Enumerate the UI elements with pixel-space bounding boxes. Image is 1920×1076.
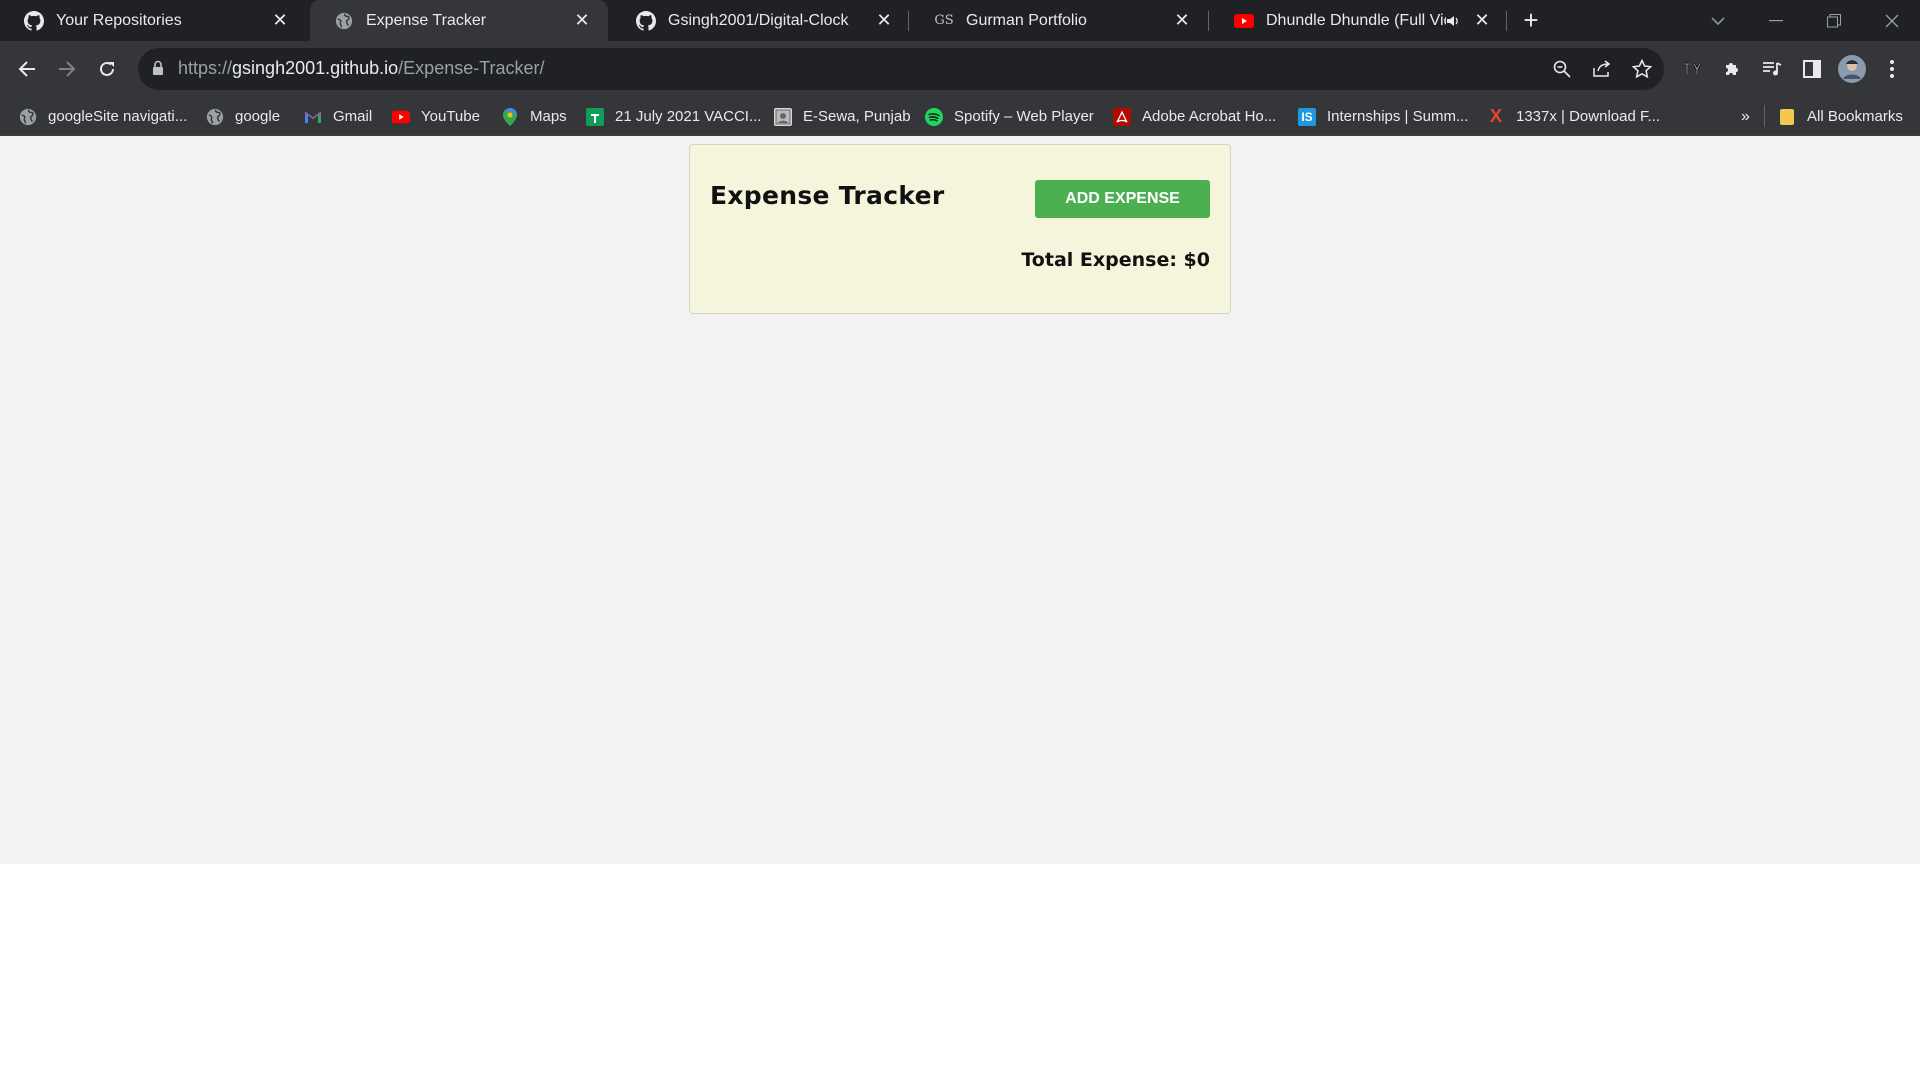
forward-button[interactable] bbox=[51, 53, 83, 85]
folder-icon bbox=[1778, 108, 1796, 126]
chrome-menu-icon[interactable] bbox=[1876, 53, 1908, 85]
all-bookmarks-button[interactable]: All Bookmarks bbox=[1778, 97, 1903, 136]
tab-title: Gsingh2001/Digital-Clock bbox=[668, 11, 849, 29]
bookmark-vaccine-sheet[interactable]: 21 July 2021 VACCI... bbox=[586, 97, 761, 136]
bookmark-label: YouTube bbox=[421, 108, 480, 125]
total-expense-text: Total Expense: $0 bbox=[1021, 249, 1210, 271]
lock-icon[interactable] bbox=[152, 60, 164, 81]
page-blank-area bbox=[0, 864, 1920, 1076]
bookmark-label: 21 July 2021 VACCI... bbox=[615, 108, 762, 125]
gs-favicon: GS bbox=[934, 13, 954, 28]
url-host: gsingh2001.github.io bbox=[232, 58, 399, 78]
minimize-button[interactable] bbox=[1748, 0, 1804, 41]
new-tab-button[interactable]: + bbox=[1518, 7, 1544, 34]
globe-icon bbox=[19, 108, 37, 126]
close-tab-icon[interactable]: ✕ bbox=[1170, 9, 1194, 33]
all-bookmarks-label: All Bookmarks bbox=[1807, 108, 1903, 125]
profile-avatar[interactable] bbox=[1836, 53, 1868, 85]
bookmark-spotify[interactable]: Spotify – Web Player bbox=[925, 97, 1094, 136]
tab-divider bbox=[1208, 11, 1209, 31]
url-path: /Expense-Tracker/ bbox=[398, 58, 545, 78]
side-panel-icon[interactable] bbox=[1796, 53, 1828, 85]
tab-divider bbox=[1506, 11, 1507, 31]
tab-divider bbox=[908, 11, 909, 31]
github-icon bbox=[636, 10, 656, 31]
internshala-icon: IS bbox=[1298, 107, 1316, 126]
close-window-button[interactable] bbox=[1864, 0, 1920, 41]
tab-strip: Your Repositories ✕ Expense Tracker ✕ Gs… bbox=[0, 0, 1920, 41]
tab-digital-clock[interactable]: Gsingh2001/Digital-Clock ✕ bbox=[612, 0, 910, 41]
close-tab-icon[interactable]: ✕ bbox=[872, 9, 896, 33]
back-button[interactable] bbox=[11, 53, 43, 85]
extension-icon[interactable] bbox=[1676, 53, 1708, 85]
browser-toolbar: https://gsingh2001.github.io/Expense-Tra… bbox=[0, 41, 1920, 97]
page-viewport: Expense Tracker ADD EXPENSE Total Expens… bbox=[0, 136, 1920, 864]
tab-title: Gurman Portfolio bbox=[966, 11, 1087, 29]
bookmark-youtube[interactable]: YouTube bbox=[392, 97, 480, 136]
add-expense-button[interactable]: ADD EXPENSE bbox=[1035, 180, 1210, 218]
close-tab-icon[interactable]: ✕ bbox=[570, 9, 594, 33]
acrobat-icon bbox=[1113, 107, 1131, 126]
restore-button[interactable] bbox=[1806, 0, 1862, 41]
bookmark-google[interactable]: google bbox=[206, 97, 280, 136]
bookmark-maps[interactable]: Maps bbox=[501, 97, 567, 136]
bookmark-label: Spotify – Web Player bbox=[954, 108, 1094, 125]
tab-search-icon[interactable] bbox=[1690, 0, 1746, 41]
bookmark-star-icon[interactable] bbox=[1631, 58, 1653, 80]
youtube-icon bbox=[392, 108, 410, 126]
bookmark-gmail[interactable]: Gmail bbox=[304, 97, 372, 136]
tab-dhundle-dhundle[interactable]: Dhundle Dhundle (Full Vide ✕ bbox=[1210, 0, 1508, 41]
github-icon bbox=[24, 10, 44, 31]
bookmarks-bar: googleSite navigati... google Gmail YouT… bbox=[0, 97, 1920, 136]
bookmark-1337x[interactable]: X 1337x | Download F... bbox=[1487, 97, 1660, 136]
sheets-icon bbox=[586, 107, 604, 126]
esewa-icon bbox=[774, 107, 792, 126]
tab-title: Your Repositories bbox=[56, 11, 182, 29]
gmail-icon bbox=[304, 108, 322, 126]
page-title: Expense Tracker bbox=[710, 181, 945, 210]
bookmark-esewa[interactable]: E-Sewa, Punjab bbox=[774, 97, 911, 136]
youtube-icon bbox=[1234, 11, 1254, 31]
tab-expense-tracker[interactable]: Expense Tracker ✕ bbox=[310, 0, 608, 41]
close-tab-icon[interactable]: ✕ bbox=[268, 9, 292, 33]
globe-icon bbox=[334, 11, 354, 31]
bookmark-internships[interactable]: IS Internships | Summ... bbox=[1298, 97, 1468, 136]
tab-title: Expense Tracker bbox=[366, 11, 487, 29]
tab-title: Dhundle Dhundle (Full Vide bbox=[1266, 11, 1446, 29]
globe-icon bbox=[206, 108, 224, 126]
bookmark-acrobat[interactable]: Adobe Acrobat Ho... bbox=[1113, 97, 1276, 136]
media-control-icon[interactable] bbox=[1756, 53, 1788, 85]
bookmark-label: Adobe Acrobat Ho... bbox=[1142, 108, 1277, 125]
expense-tracker-card: Expense Tracker ADD EXPENSE Total Expens… bbox=[689, 144, 1231, 314]
bookmark-label: googleSite navigati... bbox=[48, 108, 188, 125]
bookmarks-overflow-button[interactable]: » bbox=[1741, 97, 1750, 136]
spotify-icon bbox=[925, 107, 943, 126]
speaker-icon[interactable] bbox=[1446, 15, 1466, 27]
tab-gurman-portfolio[interactable]: GS Gurman Portfolio ✕ bbox=[910, 0, 1208, 41]
maps-icon bbox=[501, 107, 519, 126]
zoom-icon[interactable] bbox=[1551, 58, 1573, 80]
extensions-puzzle-icon[interactable] bbox=[1716, 53, 1748, 85]
tab-your-repositories[interactable]: Your Repositories ✕ bbox=[0, 0, 306, 41]
reload-button[interactable] bbox=[91, 53, 123, 85]
close-tab-icon[interactable]: ✕ bbox=[1470, 9, 1494, 33]
url-text[interactable]: https://gsingh2001.github.io/Expense-Tra… bbox=[178, 58, 545, 79]
bookmark-label: Internships | Summ... bbox=[1327, 108, 1469, 125]
address-bar[interactable]: https://gsingh2001.github.io/Expense-Tra… bbox=[138, 48, 1664, 90]
bookmark-label: Gmail bbox=[333, 108, 373, 125]
share-icon[interactable] bbox=[1591, 58, 1613, 80]
bookmark-googlesite[interactable]: googleSite navigati... bbox=[19, 97, 187, 136]
bookmark-label: google bbox=[235, 108, 281, 125]
bookmarks-divider bbox=[1764, 105, 1765, 127]
bookmark-label: 1337x | Download F... bbox=[1516, 108, 1660, 125]
url-scheme: https:// bbox=[178, 58, 233, 78]
bookmark-label: Maps bbox=[530, 108, 567, 125]
x-icon: X bbox=[1489, 106, 1502, 126]
bookmark-label: E-Sewa, Punjab bbox=[803, 108, 911, 125]
